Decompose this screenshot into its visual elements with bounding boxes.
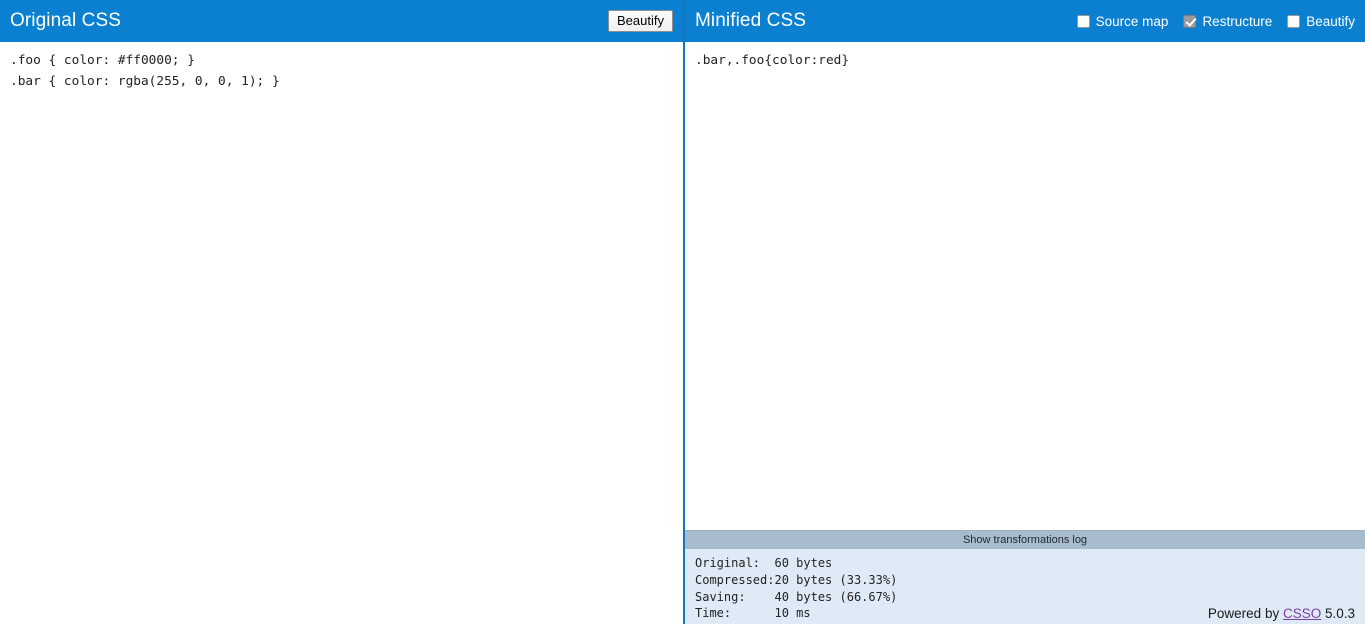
stat-value-compressed: 20 bytes (33.33%) (774, 572, 898, 587)
table-row: Compressed: 20 bytes (33.33%) (695, 572, 897, 589)
show-transformations-log-toggle[interactable]: Show transformations log (685, 530, 1365, 549)
minified-css-panel: Minified CSS Source map Restructure Beau… (683, 0, 1365, 624)
minified-css-header: Minified CSS Source map Restructure Beau… (685, 0, 1365, 42)
beautify-button[interactable]: Beautify (608, 10, 673, 32)
powered-by-footer: Powered by CSSO 5.0.3 (1208, 606, 1355, 623)
stat-value-saving: 40 bytes (66.67%) (774, 589, 898, 604)
original-css-editor[interactable]: .foo { color: #ff0000; } .bar { color: r… (0, 42, 683, 624)
minify-options-group: Source map Restructure Beautify (1076, 13, 1355, 29)
option-source-map-label: Source map (1095, 13, 1169, 29)
original-css-panel: Original CSS Beautify .foo { color: #ff0… (0, 0, 683, 624)
compression-stats-table: Original: 60 bytes Compressed: 20 bytes … (695, 555, 897, 622)
table-row: Time: 10 ms (695, 605, 897, 622)
option-restructure-label: Restructure (1202, 13, 1273, 29)
source-map-checkbox-icon[interactable] (1076, 14, 1090, 28)
csso-link[interactable]: CSSO (1283, 606, 1321, 621)
original-css-header: Original CSS Beautify (0, 0, 683, 42)
stat-value-original: 60 bytes (774, 556, 833, 570)
beautify-checkbox-icon[interactable] (1287, 14, 1301, 28)
minified-css-code[interactable]: .bar,.foo{color:red} (695, 50, 1355, 71)
restructure-checkbox-icon[interactable] (1183, 14, 1197, 28)
stat-value-time: 10 ms (774, 606, 811, 621)
csso-version: 5.0.3 (1321, 606, 1355, 622)
option-beautify[interactable]: Beautify (1287, 14, 1355, 29)
original-css-code[interactable]: .foo { color: #ff0000; } .bar { color: r… (10, 50, 673, 92)
table-row: Original: 60 bytes (695, 555, 897, 572)
minified-css-editor[interactable]: .bar,.foo{color:red} (685, 42, 1365, 530)
powered-by-prefix: Powered by (1207, 606, 1283, 622)
stat-label-time: Time: (695, 606, 732, 621)
option-restructure[interactable]: Restructure (1183, 14, 1272, 29)
csso-minifier-app: Original CSS Beautify .foo { color: #ff0… (0, 0, 1365, 624)
option-source-map[interactable]: Source map (1076, 13, 1169, 29)
stat-label-original: Original: (695, 556, 761, 570)
stat-label-compressed: Compressed: (695, 572, 775, 587)
table-row: Saving: 40 bytes (66.67%) (695, 589, 897, 606)
stat-label-saving: Saving: (695, 589, 746, 604)
minified-css-title: Minified CSS (695, 10, 807, 31)
compression-stats-panel: Original: 60 bytes Compressed: 20 bytes … (685, 549, 1365, 624)
option-beautify-label: Beautify (1306, 13, 1355, 29)
original-css-title: Original CSS (10, 10, 122, 31)
